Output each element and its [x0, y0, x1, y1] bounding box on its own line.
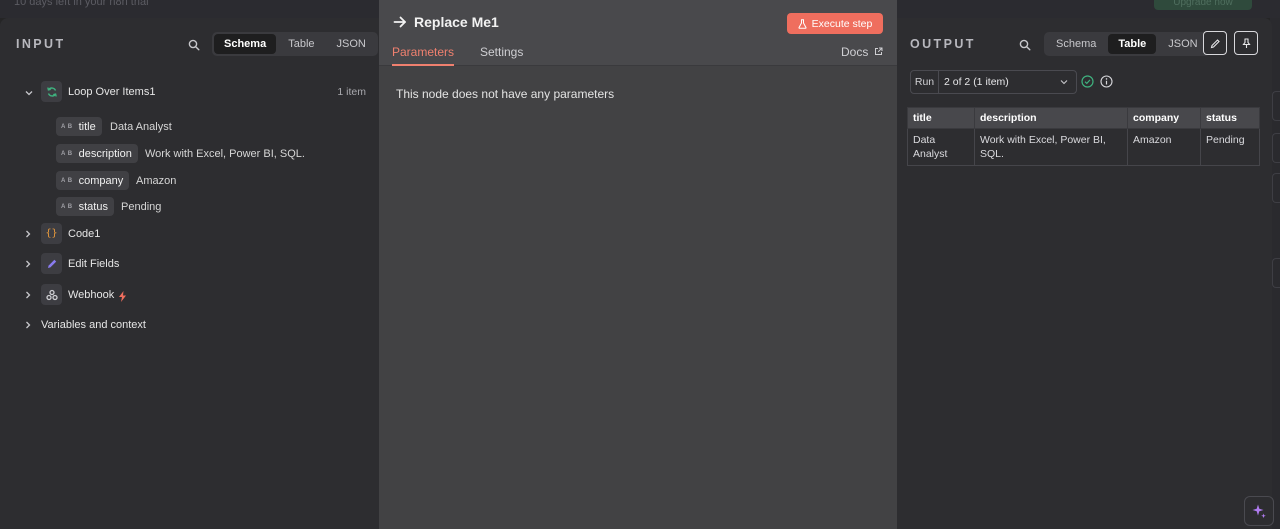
input-tab-json[interactable]: JSON — [327, 34, 376, 54]
table-cell: Pending — [1200, 128, 1260, 166]
field-name: title — [78, 120, 96, 133]
schema-field-row: A B description Work with Excel, Power B… — [0, 143, 379, 169]
tree-node-variables-context[interactable]: Variables and context — [0, 312, 379, 338]
output-panel-title: OUTPUT — [910, 37, 976, 51]
background-edge-node — [1272, 91, 1280, 121]
external-link-icon[interactable] — [874, 47, 883, 56]
trigger-bolt-icon — [119, 291, 126, 302]
input-panel: INPUT Schema Table JSON Loop Over Items1 — [0, 18, 379, 529]
field-value: Pending — [121, 201, 162, 213]
input-tab-schema[interactable]: Schema — [214, 34, 277, 54]
input-view-toggle: Schema Table JSON — [212, 32, 378, 56]
schema-field-pill[interactable]: A B description — [56, 144, 138, 163]
tree-node-label: Edit Fields — [68, 258, 120, 270]
field-value: Work with Excel, Power BI, SQL. — [145, 148, 305, 160]
tree-node-label: Code1 — [68, 228, 101, 240]
string-type-icon: A B — [61, 203, 73, 210]
tree-node-webhook[interactable]: Webhook — [0, 282, 379, 308]
schema-field-pill[interactable]: A B company — [56, 171, 130, 190]
code-braces-icon: {} — [41, 223, 62, 244]
sparkle-icon — [1252, 504, 1266, 519]
edit-output-button[interactable] — [1203, 31, 1227, 55]
tree-node-loop-over-items[interactable]: Loop Over Items1 1 item — [0, 80, 379, 106]
webhook-icon — [41, 284, 62, 305]
string-type-icon: A B — [61, 150, 73, 157]
search-icon[interactable] — [188, 39, 200, 51]
run-select[interactable]: 2 of 2 (1 item) — [939, 71, 1076, 93]
execute-step-button[interactable]: Execute step — [787, 13, 883, 34]
column-header[interactable]: company — [1127, 107, 1201, 129]
tree-node-edit-fields[interactable]: Edit Fields — [0, 251, 379, 277]
tree-node-label: Webhook — [68, 289, 115, 301]
output-view-toggle: Schema Table JSON — [1044, 32, 1210, 56]
ai-assistant-button[interactable] — [1244, 496, 1274, 526]
table-cell: Amazon — [1127, 128, 1201, 166]
no-parameters-message: This node does not have any parameters — [396, 87, 615, 101]
schema-field-pill[interactable]: A B title — [56, 117, 102, 136]
tab-settings[interactable]: Settings — [480, 45, 523, 65]
modal-header: Replace Me1 Execute step Parameters Sett… — [379, 0, 897, 66]
tab-parameters[interactable]: Parameters — [392, 45, 455, 66]
arrow-right-icon — [393, 16, 406, 28]
chevron-right-icon[interactable] — [23, 259, 33, 269]
table-header-row: title description company status — [907, 107, 1260, 129]
tree-node-label: Loop Over Items1 — [68, 86, 156, 98]
trial-banner-text: 10 days left in your n8n trial — [14, 0, 149, 8]
string-type-icon: A B — [61, 177, 73, 184]
loop-icon — [41, 81, 62, 102]
pin-icon — [1241, 37, 1251, 48]
flask-icon — [798, 18, 807, 29]
pencil-icon — [1210, 38, 1220, 48]
tree-node-code[interactable]: {} Code1 — [0, 221, 379, 247]
chevron-right-icon[interactable] — [23, 229, 33, 239]
run-select-value: 2 of 2 (1 item) — [944, 76, 1009, 88]
output-tab-json[interactable]: JSON — [1158, 34, 1207, 54]
schema-field-row: A B company Amazon — [0, 169, 379, 195]
chevron-right-icon[interactable] — [23, 320, 33, 330]
output-table: title description company status Data An… — [907, 107, 1260, 166]
table-cell: Work with Excel, Power BI, SQL. — [974, 128, 1128, 166]
field-name: description — [78, 147, 132, 160]
pen-icon — [41, 253, 62, 274]
success-check-icon — [1081, 75, 1094, 88]
background-edge-node — [1272, 173, 1280, 203]
pin-data-button[interactable] — [1234, 31, 1258, 55]
chevron-right-icon[interactable] — [23, 290, 33, 300]
search-icon[interactable] — [1019, 39, 1031, 51]
column-header[interactable]: description — [974, 107, 1128, 129]
field-name: status — [78, 200, 108, 213]
chevron-down-icon — [1060, 80, 1068, 85]
field-value: Data Analyst — [110, 121, 172, 133]
column-header[interactable]: status — [1200, 107, 1260, 129]
input-panel-title: INPUT — [16, 37, 66, 51]
background-edge-node — [1272, 258, 1280, 288]
item-count: 1 item — [337, 86, 366, 98]
run-selector[interactable]: Run 2 of 2 (1 item) — [910, 70, 1077, 94]
string-type-icon: A B — [61, 123, 73, 130]
column-header[interactable]: title — [907, 107, 975, 129]
schema-field-row: A B title Data Analyst — [0, 117, 379, 143]
node-details-modal: Replace Me1 Execute step Parameters Sett… — [379, 0, 897, 529]
field-name: company — [78, 174, 124, 187]
table-cell: Data Analyst — [907, 128, 975, 166]
upgrade-button: Upgrade now — [1154, 0, 1252, 10]
variables-context-label: Variables and context — [41, 319, 146, 331]
docs-link[interactable]: Docs — [841, 45, 868, 59]
execute-step-label: Execute step — [811, 17, 873, 30]
schema-field-pill[interactable]: A B status — [56, 197, 114, 216]
output-panel: OUTPUT Schema Table JSON Run 2 of 2 (1 i… — [897, 18, 1272, 529]
output-tab-schema[interactable]: Schema — [1046, 34, 1106, 54]
field-value: Amazon — [136, 175, 177, 187]
info-icon[interactable] — [1100, 75, 1113, 88]
schema-field-row: A B status Pending — [0, 195, 379, 221]
input-tab-table[interactable]: Table — [278, 34, 324, 54]
output-tab-table[interactable]: Table — [1108, 34, 1157, 54]
chevron-down-icon[interactable] — [24, 88, 34, 98]
table-row: Data Analyst Work with Excel, Power BI, … — [907, 128, 1260, 166]
node-title[interactable]: Replace Me1 — [414, 14, 499, 30]
run-label: Run — [911, 71, 939, 93]
background-edge-node — [1272, 133, 1280, 163]
